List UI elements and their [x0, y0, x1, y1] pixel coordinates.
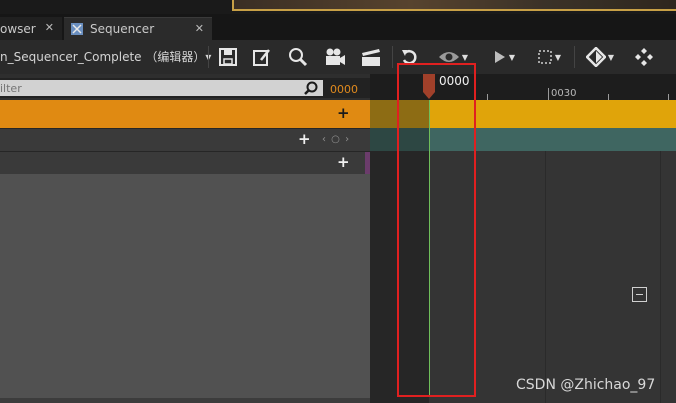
chevron-down-icon: ▼ [461, 52, 469, 62]
save-as-button[interactable] [250, 44, 274, 70]
track-row-camera[interactable]: + [0, 100, 370, 128]
toolbar-divider [392, 46, 393, 68]
chevron-down-icon: ▼ [607, 52, 615, 62]
playback-options-button[interactable]: ▼ [488, 44, 520, 70]
close-icon[interactable]: ✕ [45, 21, 54, 34]
chevron-down-icon: ▼ [508, 52, 516, 62]
keyframe-navigation[interactable]: ‹ ○ › [322, 134, 350, 145]
save-as-icon [253, 49, 270, 66]
grid-line [660, 151, 661, 403]
find-button[interactable] [286, 44, 310, 70]
grid-line [545, 151, 546, 403]
zoom-to-fit-icon[interactable] [632, 287, 647, 302]
timeline-area[interactable]: 0030 0000 [370, 63, 676, 403]
add-track-button[interactable]: + [298, 132, 311, 147]
track-outliner: 0000 + + ‹ ○ › + [0, 74, 370, 403]
tab-sequencer[interactable]: Sequencer ✕ [64, 17, 212, 40]
selection-icon [538, 50, 552, 64]
outliner-empty-area [0, 174, 370, 403]
viewport-preview [232, 0, 676, 11]
sequencer-icon [71, 23, 83, 35]
track-row[interactable]: + [0, 151, 370, 175]
ruler-tick [548, 88, 549, 100]
camera-icon [326, 48, 345, 65]
tab-browser-label: owser [0, 21, 36, 36]
tab-bar: owser ✕ Sequencer ✕ [0, 14, 676, 40]
horizontal-scrollbar[interactable] [0, 398, 370, 403]
sequence-selector[interactable]: n_Sequencer_Complete （编辑器）▾ [0, 48, 211, 65]
tab-sequencer-label: Sequencer [90, 22, 155, 36]
sequencer-toolbar: n_Sequencer_Complete （编辑器）▾ ▼ ▼ ▼ ▼ [0, 40, 676, 74]
snap-icon [635, 48, 653, 66]
add-track-button[interactable]: + [337, 155, 350, 170]
search-icon[interactable] [304, 81, 318, 95]
create-camera-button[interactable] [322, 44, 348, 70]
ruler-tick-label: 0030 [551, 88, 577, 99]
selection-options-button[interactable]: ▼ [532, 44, 566, 70]
keyframe-button[interactable]: ▼ [582, 44, 618, 70]
search-icon [289, 48, 308, 67]
render-movie-icon [362, 49, 380, 66]
close-icon[interactable]: ✕ [195, 22, 204, 35]
current-frame-readout[interactable]: 0000 [330, 83, 358, 96]
toolbar-divider [574, 46, 575, 68]
toolbar-divider [208, 46, 209, 68]
save-button[interactable] [216, 44, 240, 70]
chevron-down-icon: ▼ [554, 52, 562, 62]
track-row[interactable]: + ‹ ○ › [0, 128, 370, 151]
snap-button[interactable] [632, 44, 656, 70]
watermark: CSDN @Zhichao_97 [516, 377, 656, 393]
tab-content-browser[interactable]: owser ✕ [0, 17, 62, 40]
play-icon [494, 51, 505, 63]
add-track-button[interactable]: + [337, 106, 350, 121]
search-input[interactable] [0, 80, 323, 96]
top-strip [0, 0, 676, 14]
highlight-annotation [397, 63, 476, 397]
search-row: 0000 [0, 78, 370, 98]
save-icon [219, 48, 237, 66]
keyframe-icon [585, 47, 606, 67]
render-movie-button[interactable] [358, 44, 384, 70]
